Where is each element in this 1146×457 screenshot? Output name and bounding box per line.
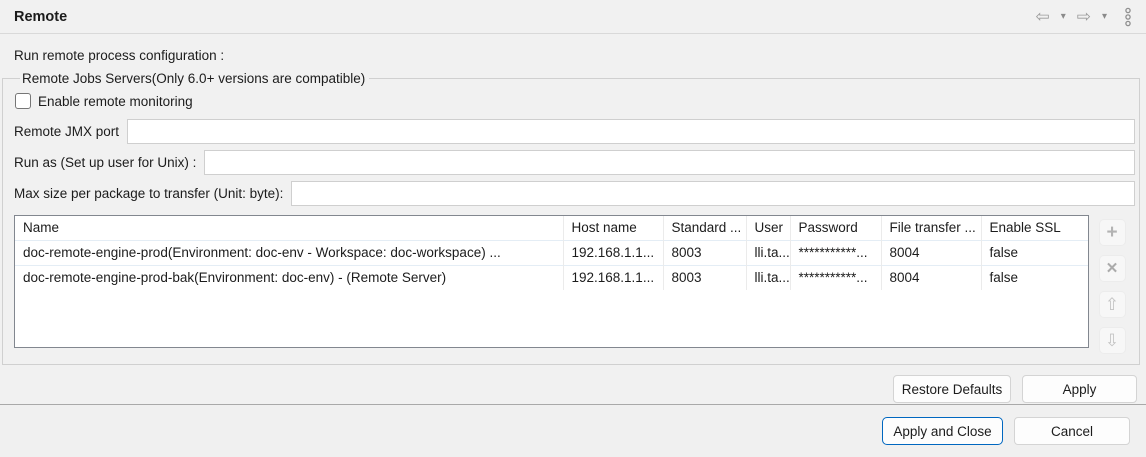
- delete-icon: ✕: [1106, 261, 1119, 276]
- column-header-user[interactable]: User: [746, 216, 790, 240]
- run-as-label: Run as (Set up user for Unix) :: [14, 155, 204, 170]
- apply-and-close-button[interactable]: Apply and Close: [882, 417, 1003, 445]
- max-package-size-row: Max size per package to transfer (Unit: …: [14, 181, 1135, 206]
- max-package-size-input[interactable]: [291, 181, 1135, 206]
- group-legend: Remote Jobs Servers(Only 6.0+ versions a…: [20, 71, 369, 86]
- enable-remote-monitoring-row: Enable remote monitoring: [15, 93, 1135, 109]
- table-side-buttons: + ✕ ⇧ ⇩: [1089, 215, 1135, 354]
- cell-password[interactable]: ***********...: [790, 240, 881, 265]
- move-down-button[interactable]: ⇩: [1099, 327, 1126, 354]
- cell-file-transfer[interactable]: 8004: [881, 265, 981, 290]
- forward-dropdown-icon[interactable]: ▾: [1100, 11, 1109, 22]
- servers-table-area: Name Host name Standard ... User Passwor…: [14, 215, 1135, 354]
- page-title: Remote: [14, 9, 67, 25]
- forward-arrow-icon[interactable]: ⇨: [1077, 8, 1091, 25]
- column-header-password[interactable]: Password: [790, 216, 881, 240]
- enable-remote-monitoring-checkbox[interactable]: [15, 93, 31, 109]
- servers-table-box: Name Host name Standard ... User Passwor…: [14, 215, 1089, 348]
- plus-icon: +: [1106, 223, 1117, 242]
- cell-enable-ssl[interactable]: false: [981, 265, 1088, 290]
- cell-standard-port[interactable]: 8003: [663, 265, 746, 290]
- cell-name[interactable]: doc-remote-engine-prod(Environment: doc-…: [15, 240, 563, 265]
- restore-defaults-button[interactable]: Restore Defaults: [893, 375, 1011, 403]
- table-row[interactable]: doc-remote-engine-prod-bak(Environment: …: [15, 265, 1088, 290]
- column-header-enable-ssl[interactable]: Enable SSL: [981, 216, 1088, 240]
- cell-name[interactable]: doc-remote-engine-prod-bak(Environment: …: [15, 265, 563, 290]
- preferences-page: Remote ⇦ ▾ ⇨ ▾ Run remote process config…: [0, 0, 1146, 457]
- down-arrow-icon: ⇩: [1105, 332, 1119, 349]
- intro-label: Run remote process configuration :: [14, 48, 1140, 63]
- table-header-row: Name Host name Standard ... User Passwor…: [15, 216, 1088, 240]
- run-as-input[interactable]: [204, 150, 1135, 175]
- column-header-host-name[interactable]: Host name: [563, 216, 663, 240]
- cell-standard-port[interactable]: 8003: [663, 240, 746, 265]
- table-row[interactable]: doc-remote-engine-prod(Environment: doc-…: [15, 240, 1088, 265]
- servers-table: Name Host name Standard ... User Passwor…: [15, 216, 1088, 290]
- cell-password[interactable]: ***********...: [790, 265, 881, 290]
- column-header-name[interactable]: Name: [15, 216, 563, 240]
- up-arrow-icon: ⇧: [1105, 296, 1119, 313]
- column-header-standard-port[interactable]: Standard ...: [663, 216, 746, 240]
- remote-jmx-port-input[interactable]: [127, 119, 1135, 144]
- back-dropdown-icon[interactable]: ▾: [1059, 11, 1068, 22]
- cell-file-transfer[interactable]: 8004: [881, 240, 981, 265]
- column-header-file-transfer[interactable]: File transfer ...: [881, 216, 981, 240]
- preference-actions: Restore Defaults Apply: [2, 365, 1140, 403]
- history-nav: ⇦ ▾ ⇨ ▾: [1035, 7, 1132, 27]
- cell-user[interactable]: lli.ta...: [746, 240, 790, 265]
- remote-jmx-port-row: Remote JMX port: [14, 119, 1135, 144]
- dialog-footer: Apply and Close Cancel: [0, 404, 1146, 457]
- cell-host-name[interactable]: 192.168.1.1...: [563, 240, 663, 265]
- move-up-button[interactable]: ⇧: [1099, 291, 1126, 318]
- run-as-row: Run as (Set up user for Unix) :: [14, 150, 1135, 175]
- add-server-button[interactable]: +: [1099, 219, 1126, 246]
- remote-jmx-port-label: Remote JMX port: [14, 124, 127, 139]
- cell-user[interactable]: lli.ta...: [746, 265, 790, 290]
- page-header: Remote ⇦ ▾ ⇨ ▾: [0, 0, 1146, 34]
- delete-server-button[interactable]: ✕: [1099, 255, 1126, 282]
- apply-button[interactable]: Apply: [1022, 375, 1137, 403]
- enable-remote-monitoring-label: Enable remote monitoring: [38, 94, 193, 109]
- page-content: Run remote process configuration : Remot…: [0, 34, 1146, 404]
- overflow-menu-icon[interactable]: [1124, 7, 1132, 27]
- cell-enable-ssl[interactable]: false: [981, 240, 1088, 265]
- max-package-size-label: Max size per package to transfer (Unit: …: [14, 186, 291, 201]
- back-arrow-icon[interactable]: ⇦: [1035, 8, 1049, 25]
- cell-host-name[interactable]: 192.168.1.1...: [563, 265, 663, 290]
- remote-jobs-servers-group: Remote Jobs Servers(Only 6.0+ versions a…: [2, 71, 1140, 365]
- cancel-button[interactable]: Cancel: [1014, 417, 1130, 445]
